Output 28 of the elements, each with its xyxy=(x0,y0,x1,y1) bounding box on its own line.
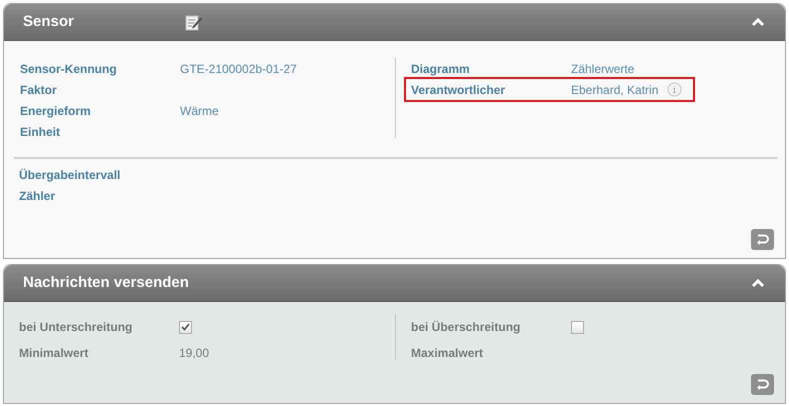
field-label: bei Unterschreitung xyxy=(19,319,134,336)
field-label: bei Überschreitung xyxy=(411,319,522,336)
return-icon xyxy=(756,234,769,245)
field-value: Wärme xyxy=(180,102,219,120)
return-button[interactable] xyxy=(751,229,774,250)
panel-title: Sensor xyxy=(23,12,75,32)
panel-title: Nachrichten versenden xyxy=(23,272,189,293)
field-value: GTE-2100002b-01-27 xyxy=(180,60,297,78)
field-label: Diagramm xyxy=(411,60,471,78)
field-label: Minimalwert xyxy=(19,345,90,362)
return-icon xyxy=(756,379,769,390)
collapse-icon[interactable] xyxy=(751,17,765,27)
field-label: Zähler xyxy=(19,188,56,204)
field-label: Maximalwert xyxy=(411,345,484,362)
field-value: Eberhard, Katrin xyxy=(571,82,658,98)
field-label: Faktor xyxy=(20,82,58,98)
field-label: Einheit xyxy=(20,124,62,140)
return-button[interactable] xyxy=(751,374,774,395)
field-value: Zählerwerte xyxy=(571,60,634,78)
edit-icon[interactable] xyxy=(185,13,203,31)
field-label: Sensor-Kennung xyxy=(20,60,118,78)
collapse-icon[interactable] xyxy=(751,278,765,288)
field-label: Verantwortlicher xyxy=(411,82,506,98)
field-label: Energieform xyxy=(20,102,92,120)
field-label: Übergabeintervall xyxy=(19,166,122,184)
field-value: 19,00 xyxy=(179,345,210,362)
checkbox[interactable] xyxy=(179,320,192,334)
checkbox[interactable] xyxy=(571,320,584,334)
